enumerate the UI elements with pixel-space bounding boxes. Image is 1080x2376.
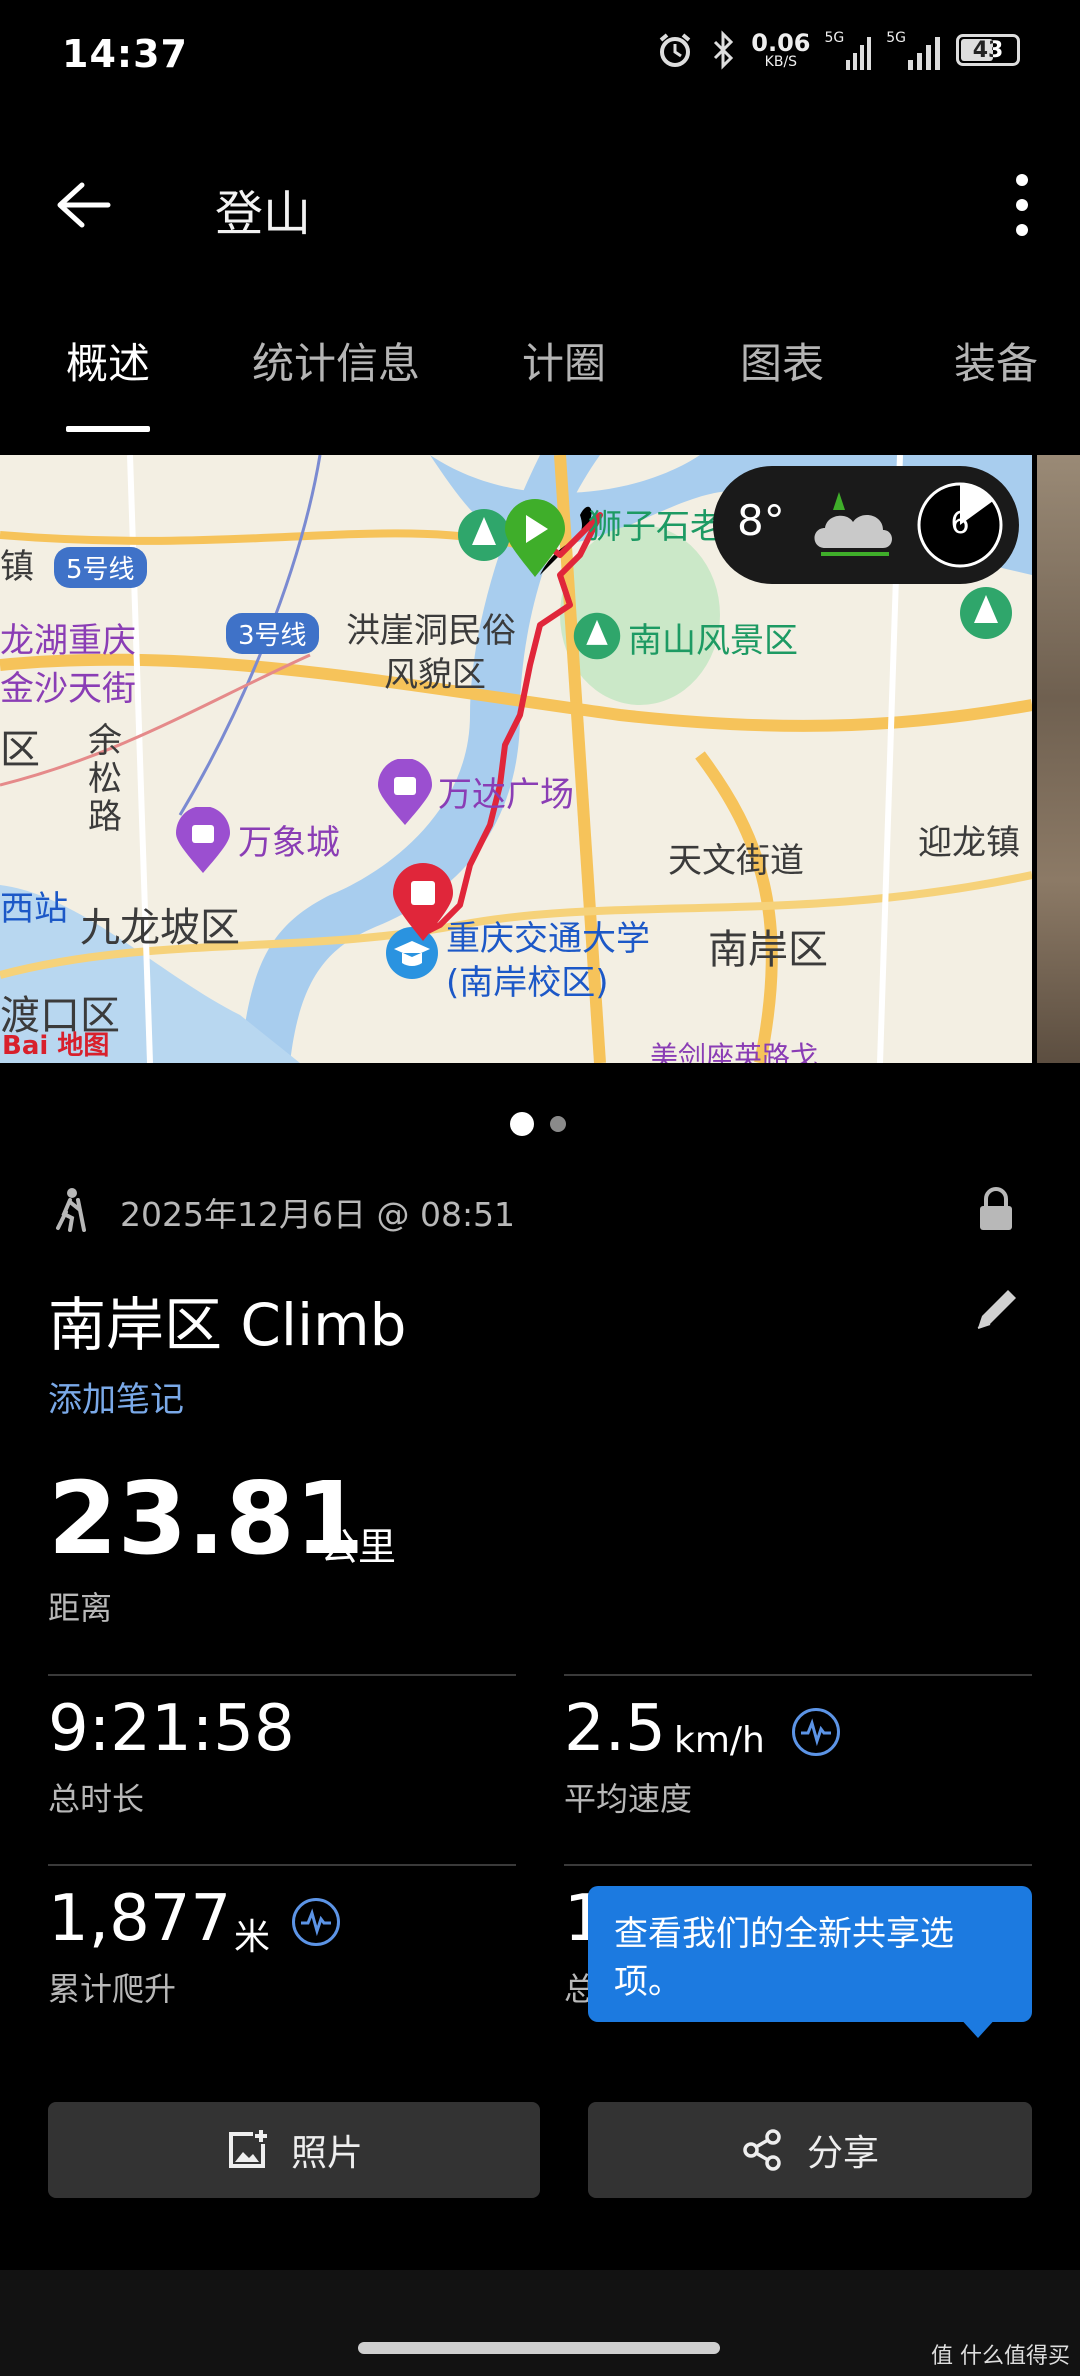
add-photo-icon [228, 2130, 267, 2168]
hiking-icon [56, 1188, 86, 1232]
weather-chip[interactable]: 8° 6 [713, 466, 1019, 584]
finish-flag-icon [393, 863, 453, 941]
share-button-label: 分享 [806, 2133, 879, 2174]
sim1-label: 5G [824, 30, 845, 46]
map-label: 路 [88, 797, 122, 837]
baidu-map-logo: Bai 地图 [2, 1031, 110, 1061]
activity-datetime: 2025年12月6日 @ 08:51 [120, 1195, 516, 1234]
map-label: 镇 [0, 547, 34, 587]
tab-bar: 概述 统计信息 计圈 图表 装备 [0, 300, 1080, 440]
map-label: 风貌区 [384, 655, 486, 695]
map-label: 洪崖洞民俗 [346, 611, 516, 651]
net-speed-value: 0.06 [751, 29, 811, 57]
share-tooltip[interactable]: 查看我们的全新共享选项。 [588, 1886, 1032, 2022]
status-time: 14:37 [62, 32, 188, 76]
total-time-value: 9:21:58 [48, 1692, 295, 1766]
gesture-nav-handle[interactable] [358, 2342, 720, 2354]
battery-level: 43 [972, 37, 1004, 63]
map-label: 迎龙镇 [918, 823, 1020, 863]
map-label: 龙湖重庆 [0, 621, 136, 661]
distance-value: 23.81 [48, 1460, 365, 1577]
tab-overview[interactable]: 概述 [66, 330, 150, 391]
park-icon [573, 612, 621, 660]
add-note-link[interactable]: 添加笔记 [48, 1372, 184, 1421]
map-label: 区 [0, 727, 40, 773]
map-label: 天文街道 [668, 841, 804, 881]
cloud-icon [814, 492, 892, 556]
signal-bars-icon [908, 37, 940, 70]
signal-sim1: 5G [824, 30, 872, 70]
status-bar: 14:37 0.06 KB/S 5G 5G 43 [0, 0, 1080, 115]
net-speed: 0.06 KB/S [751, 31, 810, 69]
avg-speed-label: 平均速度 [564, 1780, 693, 1818]
chart-pulse-icon[interactable] [292, 1898, 340, 1946]
map-label: 南山风景区 [628, 621, 798, 661]
map-label: 万象城 [238, 823, 340, 863]
shopping-pin-icon [378, 759, 432, 825]
divider [564, 1674, 1032, 1676]
media-pager [0, 1112, 1080, 1136]
map-label: 九龙坡区 [80, 905, 240, 951]
total-time-label: 总时长 [48, 1780, 145, 1818]
tab-laps[interactable]: 计圈 [522, 330, 606, 391]
map-label: 西站 [0, 889, 68, 929]
net-speed-unit: KB/S [764, 54, 798, 70]
divider [564, 1864, 1032, 1866]
ascent-unit: 米 [234, 1917, 271, 1958]
activity-meta: 2025年12月6日 @ 08:51 [48, 1186, 1028, 1234]
back-arrow-icon[interactable] [52, 180, 112, 230]
watermark: 值 什么值得买 [931, 2344, 1070, 2369]
signal-sim2: 5G [886, 30, 942, 70]
avg-speed-unit: km/h [674, 1720, 765, 1761]
divider [48, 1674, 516, 1676]
map-label: 南岸区 [708, 927, 828, 973]
divider [48, 1864, 516, 1866]
page-title: 登山 [215, 186, 312, 242]
map-label: (南岸校区) [446, 963, 609, 1003]
battery-icon: 43 [956, 34, 1020, 66]
map-label: 金沙天街 [0, 669, 136, 709]
tab-charts[interactable]: 图表 [740, 330, 824, 391]
photos-button[interactable]: 照片 [48, 2102, 540, 2198]
share-button[interactable]: 分享 [588, 2102, 1032, 2198]
metro-line-badge: 3号线 [226, 613, 319, 654]
signal-bars-icon [846, 37, 872, 70]
sim2-label: 5G [886, 30, 906, 46]
distance-unit: 公里 [320, 1525, 397, 1569]
photos-button-label: 照片 [290, 2133, 363, 2174]
park-icon [960, 587, 1012, 639]
share-icon [743, 2129, 781, 2171]
active-tab-indicator [66, 426, 150, 432]
activity-title: 南岸区 Climb [48, 1291, 407, 1359]
metro-line-badge: 5号线 [54, 547, 147, 588]
edit-pencil-icon[interactable] [972, 1282, 1024, 1334]
lock-icon[interactable] [976, 1186, 1016, 1232]
map-label: 美剑座英路戈 [650, 1040, 819, 1063]
distance-label: 距离 [48, 1589, 113, 1627]
shopping-pin-icon [176, 807, 230, 873]
weather-temperature: 8° [737, 496, 785, 545]
ascent-value: 1,877 [48, 1882, 232, 1956]
next-media-preview[interactable] [1037, 455, 1080, 1063]
map-label: 万达广场 [438, 775, 574, 815]
avg-speed-value: 2.5 [564, 1692, 666, 1766]
uv-index-value: 6 [950, 506, 970, 541]
pager-dot-active[interactable] [510, 1112, 534, 1136]
bottom-bar [0, 2270, 1080, 2376]
alarm-icon [659, 33, 691, 67]
status-icons: 0.06 KB/S 5G 5G 43 [655, 30, 1020, 70]
more-options-icon[interactable] [1002, 172, 1042, 238]
tab-gear[interactable]: 装备 [954, 330, 1038, 391]
pager-dot[interactable] [550, 1116, 566, 1132]
bluetooth-icon [714, 30, 734, 70]
map-label: 重庆交通大学 [446, 919, 650, 959]
chart-pulse-icon[interactable] [792, 1708, 840, 1756]
ascent-label: 累计爬升 [48, 1970, 177, 2008]
tooltip-tail [958, 2016, 998, 2038]
tab-statistics[interactable]: 统计信息 [252, 330, 420, 391]
start-flag-icon [505, 499, 565, 577]
app-bar: 登山 [0, 150, 1080, 260]
